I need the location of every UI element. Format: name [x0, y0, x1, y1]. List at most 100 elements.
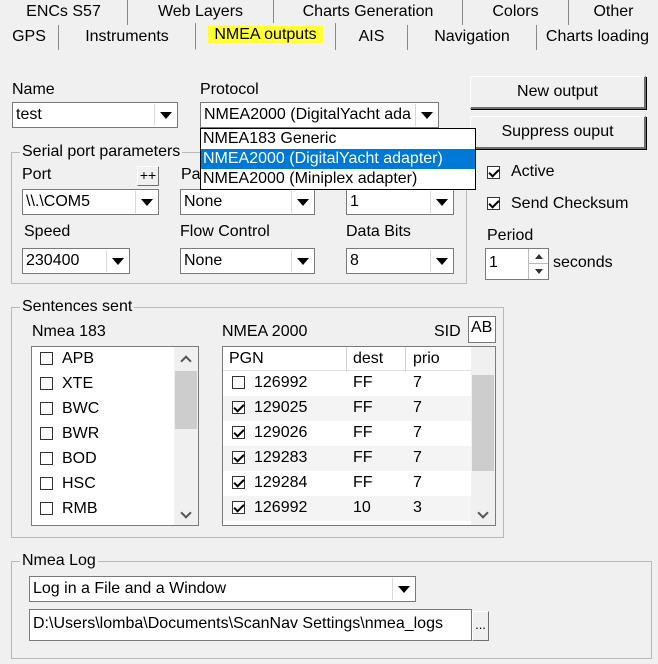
flow-control-combo[interactable]: None	[180, 248, 315, 274]
list-item[interactable]: BWR	[32, 422, 174, 447]
table-row[interactable]: 129026 FF 7	[223, 421, 473, 446]
scroll-down-icon[interactable]	[477, 507, 489, 519]
tab-encs-s57[interactable]: ENCs S57	[0, 0, 128, 25]
dest-cell: FF	[353, 449, 373, 466]
tab-other[interactable]: Other	[568, 0, 658, 25]
tab-charts-generation[interactable]: Charts Generation	[273, 0, 463, 25]
column-header-pgn[interactable]: PGN	[229, 350, 264, 368]
pgn-checkbox[interactable]	[232, 426, 245, 439]
protocol-dropdown-button[interactable]	[415, 104, 437, 126]
log-path-input[interactable]: D:\Users\lomba\Documents\ScanNav Setting…	[29, 609, 472, 641]
period-up-button[interactable]	[528, 249, 548, 264]
pgn-cell: 129283	[254, 449, 308, 466]
sentence-label: BWC	[62, 400, 100, 417]
sentence-checkbox[interactable]	[40, 377, 53, 390]
new-output-button[interactable]: New output	[470, 76, 646, 109]
log-mode-dropdown-button[interactable]	[392, 578, 414, 600]
protocol-combo[interactable]: NMEA2000 (DigitalYacht ada	[200, 102, 439, 128]
pgn-checkbox[interactable]	[232, 401, 245, 414]
nmea183-list[interactable]: APB XTE BWC BWR BOD HSC RMB WPL	[31, 346, 199, 526]
sentence-checkbox[interactable]	[40, 452, 53, 465]
nmea2000-scroll-thumb[interactable]	[472, 375, 494, 471]
protocol-option[interactable]: NMEA183 Generic	[201, 129, 475, 149]
sentence-checkbox[interactable]	[40, 427, 53, 440]
table-row[interactable]: 129025 10 3	[223, 521, 473, 525]
stop-bits-combo[interactable]: 1	[346, 189, 454, 215]
list-item[interactable]: APB	[32, 347, 174, 372]
nmea2000-scrollbar[interactable]	[471, 347, 495, 525]
list-item[interactable]: BOD	[32, 447, 174, 472]
period-spinner[interactable]: 1	[485, 248, 549, 280]
port-dropdown-button[interactable]	[135, 191, 157, 213]
pgn-checkbox[interactable]	[232, 451, 245, 464]
protocol-option-selected[interactable]: NMEA2000 (DigitalYacht adapter)	[201, 149, 475, 169]
list-item[interactable]: RMB	[32, 497, 174, 522]
table-row[interactable]: 129025 FF 7	[223, 396, 473, 421]
nmea2000-table[interactable]: PGN dest prio 126992 FF 7 129025 FF 7 129026 FF…	[222, 346, 496, 526]
name-combo[interactable]: test	[12, 102, 178, 128]
pgn-checkbox[interactable]	[232, 501, 245, 514]
pgn-checkbox[interactable]	[232, 476, 245, 489]
list-item[interactable]: HSC	[32, 472, 174, 497]
table-row[interactable]: 129284 FF 7	[223, 471, 473, 496]
tab-gps[interactable]: GPS	[0, 25, 59, 50]
nmea-log-title: Nmea Log	[20, 552, 98, 570]
table-row[interactable]: 126992 FF 7	[223, 371, 473, 396]
speed-combo[interactable]: 230400	[22, 248, 130, 274]
pgn-checkbox[interactable]	[232, 376, 245, 389]
flow-control-dropdown-button[interactable]	[291, 250, 313, 272]
protocol-option[interactable]: NMEA2000 (Miniplex adapter)	[201, 169, 475, 189]
period-value: 1	[489, 254, 498, 271]
port-add-button[interactable]: ++	[137, 166, 159, 186]
data-bits-label: Data Bits	[346, 223, 411, 240]
sentence-checkbox[interactable]	[40, 502, 53, 515]
sid-input[interactable]: AB	[468, 316, 496, 343]
list-item[interactable]: WPL	[32, 522, 174, 525]
tab-colors[interactable]: Colors	[462, 0, 569, 25]
active-checkbox[interactable]	[487, 166, 500, 179]
tab-navigation[interactable]: Navigation	[407, 25, 537, 50]
active-label: Active	[511, 163, 555, 180]
column-header-prio[interactable]: prio	[413, 350, 440, 368]
data-bits-combo[interactable]: 8	[346, 248, 454, 274]
name-dropdown-button[interactable]	[154, 104, 176, 126]
sentence-checkbox[interactable]	[40, 477, 53, 490]
period-down-button[interactable]	[528, 264, 548, 279]
period-label: Period	[487, 227, 534, 244]
table-row[interactable]: 126992 10 3	[223, 496, 473, 521]
scroll-up-icon[interactable]	[180, 355, 192, 367]
arrow-up-icon	[535, 254, 543, 259]
browse-button[interactable]: ...	[472, 611, 489, 641]
port-label: Port	[22, 166, 52, 183]
parity-dropdown-button[interactable]	[291, 191, 313, 213]
tab-charts-loading[interactable]: Charts loading	[536, 25, 658, 50]
stop-bits-dropdown-button[interactable]	[430, 191, 452, 213]
chevron-down-icon	[112, 258, 124, 265]
nmea183-scroll-thumb[interactable]	[175, 371, 197, 429]
tab-nmea-outputs-label: NMEA outputs	[208, 26, 323, 43]
sentence-checkbox[interactable]	[40, 352, 53, 365]
speed-dropdown-button[interactable]	[106, 250, 128, 272]
flow-control-value: None	[184, 252, 223, 269]
tab-web-layers[interactable]: Web Layers	[127, 0, 274, 25]
chevron-down-icon	[398, 586, 410, 593]
send-checksum-label: Send Checksum	[511, 195, 629, 212]
list-item[interactable]: XTE	[32, 372, 174, 397]
tab-nmea-outputs[interactable]: NMEA outputs	[195, 23, 336, 50]
log-mode-combo[interactable]: Log in a File and a Window	[29, 576, 416, 602]
nmea183-scrollbar[interactable]	[174, 347, 198, 525]
name-label: Name	[12, 81, 55, 98]
parity-combo[interactable]: None	[180, 189, 315, 215]
send-checksum-checkbox[interactable]	[487, 197, 500, 210]
sentences-title: Sentences sent	[20, 298, 135, 316]
column-header-dest[interactable]: dest	[353, 350, 383, 368]
tab-instruments[interactable]: Instruments	[58, 25, 196, 50]
sentence-checkbox[interactable]	[40, 402, 53, 415]
suppress-output-button[interactable]: Suppress ouput	[470, 116, 646, 149]
data-bits-dropdown-button[interactable]	[430, 250, 452, 272]
port-combo[interactable]: \\.\COM5	[22, 189, 159, 215]
scroll-down-icon[interactable]	[180, 507, 192, 519]
table-row[interactable]: 129283 FF 7	[223, 446, 473, 471]
list-item[interactable]: BWC	[32, 397, 174, 422]
tab-ais[interactable]: AIS	[335, 25, 408, 50]
